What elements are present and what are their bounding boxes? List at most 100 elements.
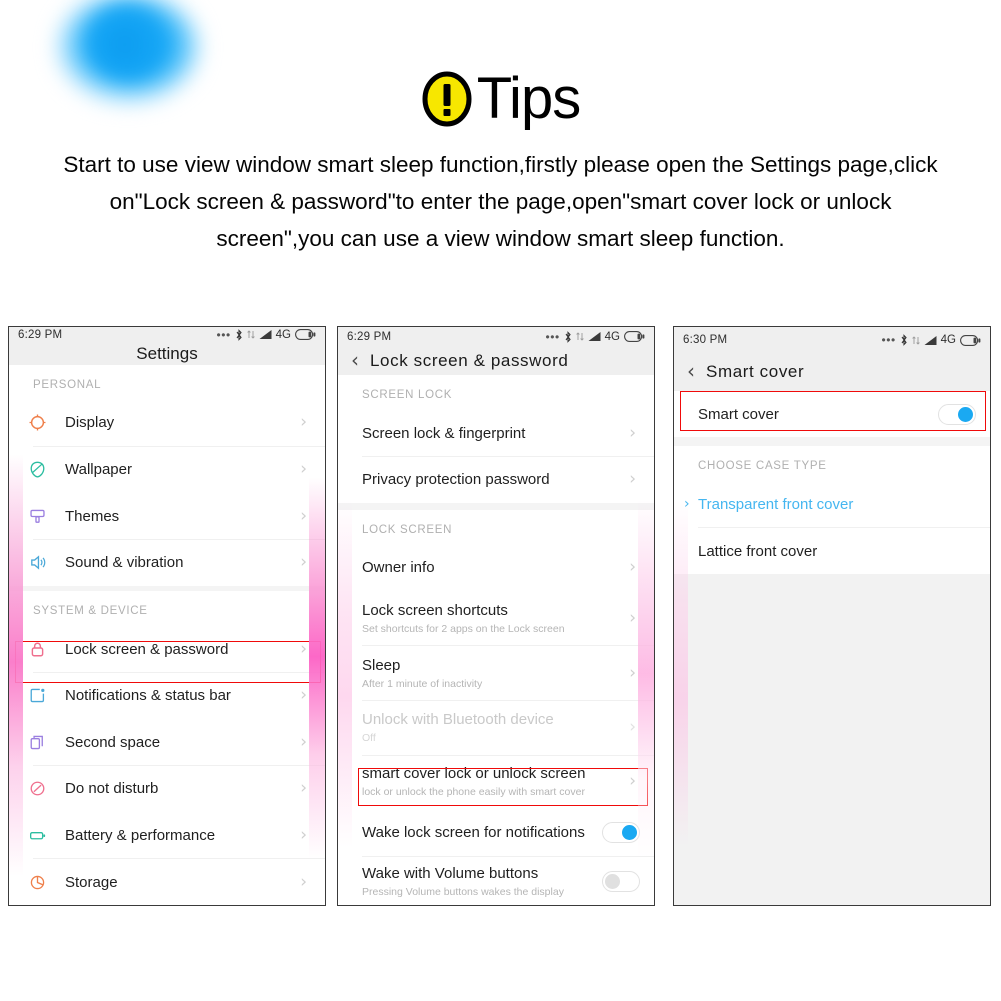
row-title: Wake with Volume buttons (362, 864, 539, 882)
row-title: Wallpaper (65, 461, 132, 479)
row-screen-lock-fingerprint[interactable]: Screen lock & fingerprint › (338, 410, 654, 456)
settings-row-battery-performance[interactable]: Battery & performance › (9, 812, 325, 859)
row-text: Themes (65, 507, 300, 526)
row-text: Smart cover (674, 405, 938, 424)
row-text: Wake with Volume buttons Pressing Volume… (338, 864, 602, 899)
section-gap (338, 502, 654, 510)
row-title: Unlock with Bluetooth device (362, 711, 554, 729)
row-title: smart cover lock or unlock screen (362, 765, 586, 782)
status-icons: ••• 4G (546, 331, 645, 343)
vpn-arrows-icon (246, 330, 255, 339)
status-time: 6:29 PM (18, 328, 63, 341)
toggle-knob (958, 406, 973, 422)
row-wake-with-volume-buttons[interactable]: Wake with Volume buttons Pressing Volume… (338, 857, 654, 905)
chevron-right-icon: › (300, 412, 307, 433)
row-text: Unlock with Bluetooth device Off (338, 710, 629, 745)
tips-title: Tips (476, 66, 581, 131)
row-smart-cover-lock-or-unlock-screen[interactable]: smart cover lock or unlock screen lock o… (338, 755, 654, 808)
notifications-statusbar-icon (9, 686, 65, 705)
status-bar: 6:30 PM ••• 4G (674, 327, 990, 353)
chevron-right-icon: › (629, 771, 636, 791)
status-bar: 6:29 PM ••• 4G (338, 327, 654, 347)
signal-bars-icon (588, 332, 601, 342)
row-title: Screen lock & fingerprint (362, 424, 526, 442)
panel-settings: 6:29 PM ••• 4G Settings PERSONAL Display… (8, 326, 326, 906)
row-subtitle: Set shortcuts for 2 apps on the Lock scr… (362, 622, 565, 635)
row-wake-lock-screen-for-notifications[interactable]: Wake lock screen for notifications (338, 808, 654, 857)
row-smart-cover-toggle[interactable]: Smart cover (674, 391, 990, 437)
row-title: Wake lock screen for notifications (362, 823, 585, 841)
back-arrow-icon[interactable]: ‹ (338, 350, 370, 372)
row-title: Lock screen & password (65, 640, 229, 658)
toggle-wake-with-volume-buttons[interactable] (602, 870, 640, 892)
row-subtitle: After 1 minute of inactivity (362, 677, 483, 690)
chevron-right-icon: › (629, 557, 636, 577)
settings-row-lock-screen-password[interactable]: Lock screen & password › (9, 626, 325, 673)
app-bar: ‹ Lock screen & password (338, 346, 654, 375)
themes-icon (9, 507, 65, 526)
status-time: 6:30 PM (683, 334, 728, 346)
row-text: Notifications & status bar (65, 686, 300, 705)
row-owner-info[interactable]: Owner info › (338, 544, 654, 591)
signal-bars-icon (259, 330, 272, 340)
chevron-right-icon: › (300, 824, 307, 845)
section-gap (674, 437, 990, 446)
battery-performance-icon (9, 826, 65, 845)
row-unlock-with-bluetooth-device: Unlock with Bluetooth device Off › (338, 700, 654, 755)
settings-row-storage[interactable]: Storage › (9, 859, 325, 905)
app-bar: ‹ Smart cover (674, 353, 990, 391)
row-title: Themes (65, 507, 120, 525)
row-text: Owner info (338, 558, 629, 577)
row-title: Display (65, 414, 115, 432)
chevron-right-icon: › (300, 685, 307, 706)
row-text: Sleep After 1 minute of inactivity (338, 656, 629, 691)
row-text: Lock screen shortcuts Set shortcuts for … (338, 601, 629, 636)
signal-bars-icon (924, 335, 937, 345)
row-sleep[interactable]: Sleep After 1 minute of inactivity › (338, 646, 654, 700)
selected-marker-chevron-icon: › (684, 496, 690, 512)
settings-row-sound-vibration[interactable]: Sound & vibration › (9, 539, 325, 586)
empty-area (674, 574, 990, 905)
row-lattice-front-cover[interactable]: Lattice front cover (674, 528, 990, 574)
more-dots-icon: ••• (881, 333, 896, 347)
row-text: Display (65, 413, 300, 432)
settings-row-wallpaper[interactable]: Wallpaper › (9, 446, 325, 493)
tips-description: Start to use view window smart sleep fun… (63, 152, 938, 251)
chevron-right-icon: › (300, 459, 307, 480)
toggle-smart-cover[interactable] (938, 403, 976, 425)
row-title: Lattice front cover (698, 542, 818, 560)
row-title: Battery & performance (65, 826, 216, 844)
more-dots-icon: ••• (216, 327, 231, 342)
settings-row-second-space[interactable]: Second space › (9, 719, 325, 766)
chevron-right-icon: › (300, 871, 307, 892)
settings-row-notifications-status-bar[interactable]: Notifications & status bar › (9, 672, 325, 719)
row-title: Do not disturb (65, 780, 159, 798)
bluetooth-icon (901, 334, 907, 346)
row-transparent-front-cover[interactable]: › Transparent front cover (674, 481, 990, 527)
wallpaper-icon (9, 460, 65, 479)
section-header-system-device: SYSTEM & DEVICE (9, 591, 325, 627)
row-title: Lock screen shortcuts (362, 601, 508, 619)
network-type-label: 4G (275, 328, 291, 341)
row-text: Lattice front cover (674, 542, 976, 561)
status-time: 6:29 PM (347, 330, 392, 343)
toggle-wake-lock-screen-notifications[interactable] (602, 821, 640, 843)
toggle-knob (622, 824, 637, 840)
settings-row-display[interactable]: Display › (9, 399, 325, 446)
row-text: Wallpaper (65, 460, 300, 479)
row-title: Sleep (362, 656, 401, 674)
vpn-arrows-icon (911, 335, 920, 345)
row-lock-screen-shortcuts[interactable]: Lock screen shortcuts Set shortcuts for … (338, 591, 654, 646)
status-bar: 6:29 PM ••• 4G (9, 327, 325, 343)
bluetooth-icon (236, 328, 242, 341)
chevron-right-icon: › (629, 607, 636, 628)
settings-row-themes[interactable]: Themes › (9, 493, 325, 540)
status-icons: ••• 4G (882, 334, 981, 346)
row-text: Lock screen & password (65, 640, 300, 659)
row-privacy-protection-password[interactable]: Privacy protection password › (338, 456, 654, 503)
panel-smart-cover: 6:30 PM ••• 4G ‹ Smart cover Smart cover… (673, 326, 991, 906)
storage-icon (9, 873, 65, 892)
back-arrow-icon[interactable]: ‹ (674, 361, 706, 383)
settings-row-do-not-disturb[interactable]: Do not disturb › (9, 765, 325, 812)
row-text: Screen lock & fingerprint (338, 424, 629, 443)
